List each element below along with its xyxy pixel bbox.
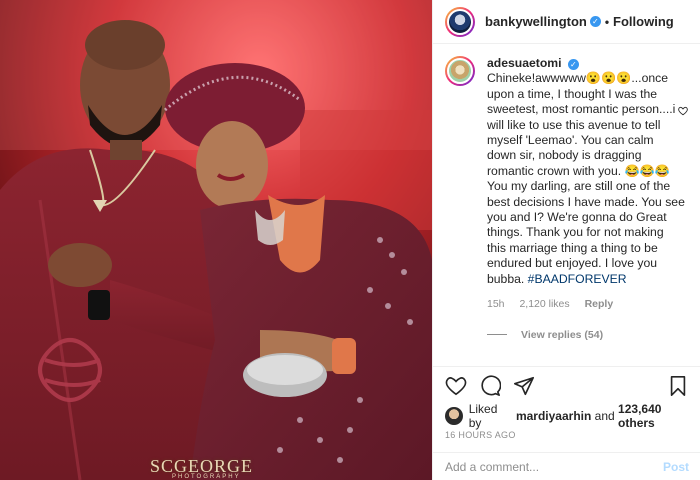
likes-count[interactable]: 123,640 others	[618, 402, 700, 430]
comment-meta: 15h 2,120 likes Reply	[487, 297, 685, 312]
post-header: bankywellington ✓ • Following	[433, 0, 700, 44]
following-button[interactable]: Following	[613, 14, 674, 29]
post-actions	[433, 366, 700, 404]
bookmark-icon[interactable]	[667, 375, 689, 397]
post-timestamp[interactable]: 16 HOURS AGO	[445, 430, 516, 440]
view-replies-line	[487, 334, 507, 335]
verified-badge-icon: ✓	[589, 16, 601, 27]
comment-text: Chineke!awwwww😮😮😮...once upon a time, I …	[487, 71, 689, 286]
add-comment-bar: Post	[433, 452, 700, 480]
view-replies-button[interactable]: View replies (54)	[487, 329, 688, 341]
commenter-username[interactable]: adesuaetomi	[487, 56, 562, 70]
comment-likes[interactable]: 2,120 likes	[519, 298, 569, 310]
separator-dot: •	[604, 14, 610, 29]
comment-body: adesuaetomi ✓ Chineke!awwwww😮😮😮...once u…	[487, 56, 685, 313]
reply-button[interactable]: Reply	[585, 298, 614, 310]
post-sidebar: bankywellington ✓ • Following adesuaetom…	[432, 0, 700, 480]
paper-plane-icon[interactable]	[513, 375, 535, 397]
commenter-avatar[interactable]	[445, 56, 475, 86]
likes-prefix: Liked by	[468, 402, 498, 430]
author-username[interactable]: bankywellington	[485, 14, 587, 29]
author-avatar[interactable]	[445, 6, 475, 37]
post-photo[interactable]: SCGEORGE PHOTOGRAPHY	[0, 0, 432, 480]
photographer-watermark-sub: PHOTOGRAPHY	[172, 474, 241, 480]
comment-input[interactable]	[445, 459, 663, 474]
comment-age: 15h	[487, 298, 505, 311]
liker-avatar[interactable]	[445, 407, 463, 425]
post-comment-button[interactable]: Post	[663, 460, 689, 474]
comment-hashtag[interactable]: #BAADFOREVER	[528, 272, 627, 286]
likes-summary: Liked by mardiyaarhin and 123,640 others	[445, 402, 700, 430]
comment-item: adesuaetomi ✓ Chineke!awwwww😮😮😮...once u…	[445, 56, 688, 313]
verified-badge-icon: ✓	[567, 59, 579, 70]
wedding-couple-image	[0, 0, 432, 480]
comment-icon[interactable]	[479, 374, 501, 397]
comment-like-heart-icon[interactable]	[678, 106, 688, 116]
heart-icon[interactable]	[445, 375, 467, 397]
liker-username[interactable]: mardiyaarhin	[516, 409, 591, 423]
likes-middle: and	[594, 409, 615, 423]
comments-section: adesuaetomi ✓ Chineke!awwwww😮😮😮...once u…	[433, 44, 700, 364]
view-replies-label: View replies (54)	[521, 328, 604, 341]
